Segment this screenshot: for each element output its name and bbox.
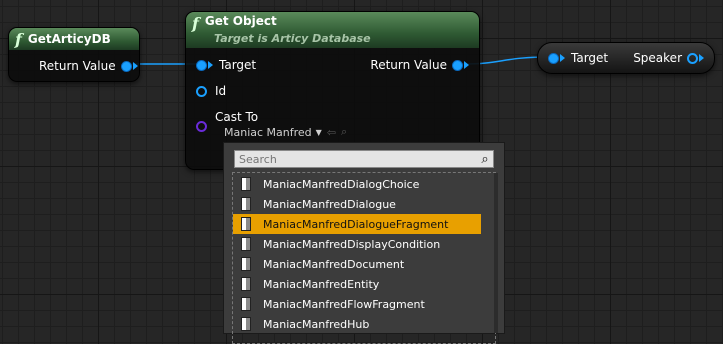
class-pin[interactable] <box>196 120 207 132</box>
pin-label: Speaker <box>633 51 682 65</box>
class-icon <box>241 197 251 211</box>
class-icon <box>241 277 251 291</box>
list-item[interactable]: ManiacManfredDialogChoice <box>233 174 481 194</box>
cast-to-pin[interactable] <box>196 118 207 134</box>
input-pin[interactable] <box>196 85 207 97</box>
cast-to-dropdown[interactable]: Maniac Manfred ▼ ⇦ ⌕ <box>224 125 347 139</box>
target-pin-row[interactable]: Target <box>548 50 608 66</box>
class-list[interactable]: ManiacManfredDialogChoice ManiacManfredD… <box>232 172 496 344</box>
list-item[interactable]: ManiacManfredFlowFragment <box>233 294 481 314</box>
search-icon: ⌕ <box>481 151 489 167</box>
use-selected-arrow-icon[interactable]: ⇦ <box>327 126 336 139</box>
list-item[interactable]: ManiacManfredHub <box>233 314 481 334</box>
pin-label: Id <box>215 84 227 98</box>
output-pin[interactable] <box>452 59 463 71</box>
browse-icon[interactable]: ⌕ <box>341 125 347 139</box>
search-input[interactable] <box>235 152 477 166</box>
pin-arrow-icon <box>699 54 704 62</box>
list-item[interactable]: ManiacManfredEntity <box>233 274 481 294</box>
search-box[interactable]: ⌕ <box>234 150 494 168</box>
dropdown-value: Maniac Manfred <box>224 125 312 139</box>
item-label: ManiacManfredDisplayCondition <box>263 237 441 251</box>
class-icon <box>241 237 251 251</box>
node-title: GetArticyDB <box>27 32 111 46</box>
node-subtitle: Target is Articy Database <box>214 32 371 45</box>
chevron-down-icon: ▼ <box>315 127 322 137</box>
class-icon <box>241 217 251 231</box>
function-icon: f <box>192 14 199 33</box>
pin-arrow-icon <box>464 61 469 69</box>
output-pin[interactable] <box>120 60 132 72</box>
item-label: ManiacManfredHub <box>263 317 370 331</box>
node-header: f GetArticyDB <box>9 28 139 50</box>
pin-label: Target <box>219 58 257 72</box>
item-label: ManiacManfredDialogueFragment <box>263 217 449 231</box>
node-title: Get Object <box>204 14 277 28</box>
input-pin[interactable] <box>548 52 559 64</box>
target-pin-row[interactable]: Target <box>196 57 256 73</box>
class-picker-popup[interactable]: ⌕ ManiacManfredDialogChoice ManiacManfre… <box>223 142 505 344</box>
pin-arrow-icon <box>132 62 138 70</box>
class-icon <box>241 317 251 331</box>
list-item[interactable]: ManiacManfredDialogue <box>233 194 481 214</box>
item-label: ManiacManfredDocument <box>263 257 405 271</box>
class-icon <box>241 297 251 311</box>
return-value-pin-row[interactable]: Return Value <box>39 58 138 74</box>
speaker-node[interactable]: Target Speaker <box>537 42 715 74</box>
pin-label: Target <box>571 51 609 65</box>
function-icon: f <box>15 29 22 49</box>
item-label: ManiacManfredDialogChoice <box>263 177 420 191</box>
class-icon <box>241 257 251 271</box>
pin-label: Cast To <box>215 110 259 124</box>
output-pin[interactable] <box>687 52 698 64</box>
pin-label: Return Value <box>370 58 447 72</box>
item-label: ManiacManfredFlowFragment <box>263 297 425 311</box>
class-icon <box>241 177 251 191</box>
pin-arrow-icon <box>560 54 565 62</box>
list-item-selected[interactable]: ManiacManfredDialogueFragment <box>233 214 481 234</box>
pin-arrow-icon <box>208 61 213 69</box>
list-item[interactable]: ManiacManfredDocument <box>233 254 481 274</box>
item-label: ManiacManfredDialogue <box>263 197 396 211</box>
return-value-pin-row[interactable]: Return Value <box>370 57 469 73</box>
node-header: f Get Object Target is Articy Database <box>186 12 479 48</box>
pin-label: Return Value <box>39 59 116 73</box>
speaker-pin-row[interactable]: Speaker <box>633 50 704 66</box>
input-pin[interactable] <box>196 59 207 71</box>
id-pin-row[interactable]: Id <box>196 83 226 99</box>
item-label: ManiacManfredEntity <box>263 277 380 291</box>
get-articy-db-node[interactable]: f GetArticyDB Return Value <box>8 27 140 82</box>
list-item[interactable]: ManiacManfredDisplayCondition <box>233 234 481 254</box>
scrollbar[interactable] <box>494 173 498 333</box>
